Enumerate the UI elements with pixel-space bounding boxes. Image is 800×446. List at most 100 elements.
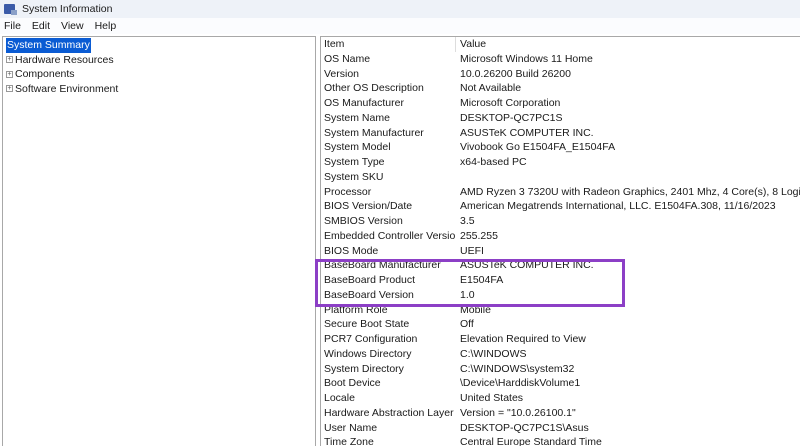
value-cell: American Megatrends International, LLC. … xyxy=(460,200,776,213)
value-cell: UEFI xyxy=(460,244,484,257)
item-cell: Hardware Abstraction Layer xyxy=(324,406,454,419)
menu-edit[interactable]: Edit xyxy=(28,20,54,32)
item-cell: Locale xyxy=(324,392,355,404)
table-row[interactable]: BIOS Mode UEFI xyxy=(321,244,800,259)
item-cell: User Name xyxy=(324,421,378,434)
table-row[interactable]: Windows Directory C:\WINDOWS xyxy=(321,347,800,362)
column-header-value[interactable]: Value xyxy=(456,37,800,52)
table-row[interactable]: BaseBoard Product E1504FA xyxy=(321,273,800,288)
item-cell: Time Zone xyxy=(324,436,374,446)
expand-icon[interactable]: + xyxy=(6,85,13,93)
value-cell: Vivobook Go E1504FA_E1504FA xyxy=(460,141,616,154)
item-cell: Version xyxy=(324,67,360,80)
table-row[interactable]: Platform Role Mobile xyxy=(321,303,800,318)
value-cell: 10.0.26200 Build 26200 xyxy=(460,67,571,80)
value-cell: United States xyxy=(460,392,524,404)
tree-item-system-summary[interactable]: System Summary xyxy=(3,38,315,53)
tree-item-components[interactable]: + Components xyxy=(3,67,315,82)
menu-view[interactable]: View xyxy=(57,20,88,32)
value-cell: 1.0 xyxy=(460,288,475,301)
item-cell: System Manufacturer xyxy=(324,126,424,139)
system-information-app-icon xyxy=(4,4,17,15)
item-cell: BIOS Mode xyxy=(324,244,379,257)
details-table: Item Value OS Name Microsoft Windows 11 H… xyxy=(320,36,800,446)
item-cell: Processor xyxy=(324,185,372,198)
title-bar: System Information xyxy=(0,0,800,18)
item-cell: BaseBoard Manufacturer xyxy=(324,259,441,272)
menu-file[interactable]: File xyxy=(0,20,25,32)
value-cell: \Device\HarddiskVolume1 xyxy=(460,377,581,390)
tree-item-software-environment[interactable]: + Software Environment xyxy=(3,82,315,97)
table-row[interactable]: Embedded Controller Version 255.255 xyxy=(321,229,800,244)
table-row[interactable]: System SKU xyxy=(321,170,800,185)
item-cell: BaseBoard Product xyxy=(324,274,416,286)
table-row[interactable]: Processor AMD Ryzen 3 7320U with Radeon G… xyxy=(321,185,800,200)
item-cell: OS Name xyxy=(324,52,371,65)
value-cell: Mobile xyxy=(460,303,491,316)
item-cell: BaseBoard Version xyxy=(324,288,414,301)
tree-item-label: Hardware Resources xyxy=(15,53,114,66)
table-row[interactable]: Boot Device \Device\HarddiskVolume1 xyxy=(321,376,800,391)
table-row[interactable]: User Name DESKTOP-QC7PC1S\Asus xyxy=(321,421,800,436)
table-row[interactable]: BaseBoard Manufacturer ASUSTeK COMPUTER I… xyxy=(321,258,800,273)
table-row[interactable]: Locale United States xyxy=(321,391,800,406)
table-row[interactable]: System Name DESKTOP-QC7PC1S xyxy=(321,111,800,126)
table-row[interactable]: Time Zone Central Europe Standard Time xyxy=(321,435,800,446)
table-row[interactable]: BIOS Version/Date American Megatrends Int… xyxy=(321,199,800,214)
value-cell: Microsoft Corporation xyxy=(460,97,561,109)
category-tree: System Summary + Hardware Resources + Compon… xyxy=(2,36,316,446)
table-header: Item Value xyxy=(321,37,800,52)
expand-icon[interactable]: + xyxy=(6,56,13,64)
value-cell: 255.255 xyxy=(460,229,498,242)
table-row[interactable]: PCR7 Configuration Elevation Required to … xyxy=(321,332,800,347)
item-cell: OS Manufacturer xyxy=(324,97,404,109)
item-cell: Other OS Description xyxy=(324,82,424,95)
table-row[interactable]: Other OS Description Not Available xyxy=(321,81,800,96)
table-row[interactable]: System Manufacturer ASUSTeK COMPUTER INC. xyxy=(321,126,800,141)
item-cell: SMBIOS Version xyxy=(324,215,403,227)
table-row[interactable]: System Type x64-based PC xyxy=(321,155,800,170)
item-cell: PCR7 Configuration xyxy=(324,333,418,345)
item-cell: System Model xyxy=(324,141,391,154)
value-cell: E1504FA xyxy=(460,274,504,286)
value-cell: DESKTOP-QC7PC1S xyxy=(460,111,563,124)
table-row[interactable]: SMBIOS Version 3.5 xyxy=(321,214,800,229)
value-cell: Off xyxy=(460,318,474,331)
value-cell: Central Europe Standard Time xyxy=(460,436,602,446)
table-row[interactable]: System Model Vivobook Go E1504FA_E1504FA xyxy=(321,140,800,155)
value-cell: Elevation Required to View xyxy=(460,333,586,345)
window-title: System Information xyxy=(22,3,113,15)
value-cell: ASUSTeK COMPUTER INC. xyxy=(460,126,594,139)
value-cell: C:\WINDOWS\system32 xyxy=(460,362,575,375)
table-row[interactable]: OS Name Microsoft Windows 11 Home xyxy=(321,52,800,67)
item-cell: System SKU xyxy=(324,170,384,183)
tree-item-label: Components xyxy=(15,68,75,80)
table-row[interactable]: Secure Boot State Off xyxy=(321,317,800,332)
column-header-item[interactable]: Item xyxy=(321,37,456,52)
table-row[interactable]: Version 10.0.26200 Build 26200 xyxy=(321,67,800,82)
value-cell: Not Available xyxy=(460,82,522,95)
item-cell: Embedded Controller Version xyxy=(324,229,456,242)
value-cell: Version = "10.0.26100.1" xyxy=(460,406,576,419)
tree-item-hardware-resources[interactable]: + Hardware Resources xyxy=(3,53,315,68)
value-cell: AMD Ryzen 3 7320U with Radeon Graphics, … xyxy=(460,185,800,198)
expand-icon[interactable]: + xyxy=(6,70,13,78)
value-cell: C:\WINDOWS xyxy=(460,347,527,360)
table-row[interactable]: OS Manufacturer Microsoft Corporation xyxy=(321,96,800,111)
item-cell: System Type xyxy=(324,156,385,168)
value-cell xyxy=(456,170,800,185)
table-row[interactable]: BaseBoard Version 1.0 xyxy=(321,288,800,303)
table-row[interactable]: Hardware Abstraction Layer Version = "10.… xyxy=(321,406,800,421)
value-cell: ASUSTeK COMPUTER INC. xyxy=(460,259,594,272)
tree-item-label: Software Environment xyxy=(15,82,119,95)
table-row[interactable]: System Directory C:\WINDOWS\system32 xyxy=(321,362,800,377)
item-cell: BIOS Version/Date xyxy=(324,200,413,213)
value-cell: DESKTOP-QC7PC1S\Asus xyxy=(460,421,589,434)
item-cell: Boot Device xyxy=(324,377,381,390)
item-cell: Secure Boot State xyxy=(324,318,410,331)
menu-help[interactable]: Help xyxy=(91,20,121,32)
item-cell: Platform Role xyxy=(324,303,388,316)
value-cell: 3.5 xyxy=(460,215,475,227)
item-cell: Windows Directory xyxy=(324,347,412,360)
item-cell: System Name xyxy=(324,111,390,124)
